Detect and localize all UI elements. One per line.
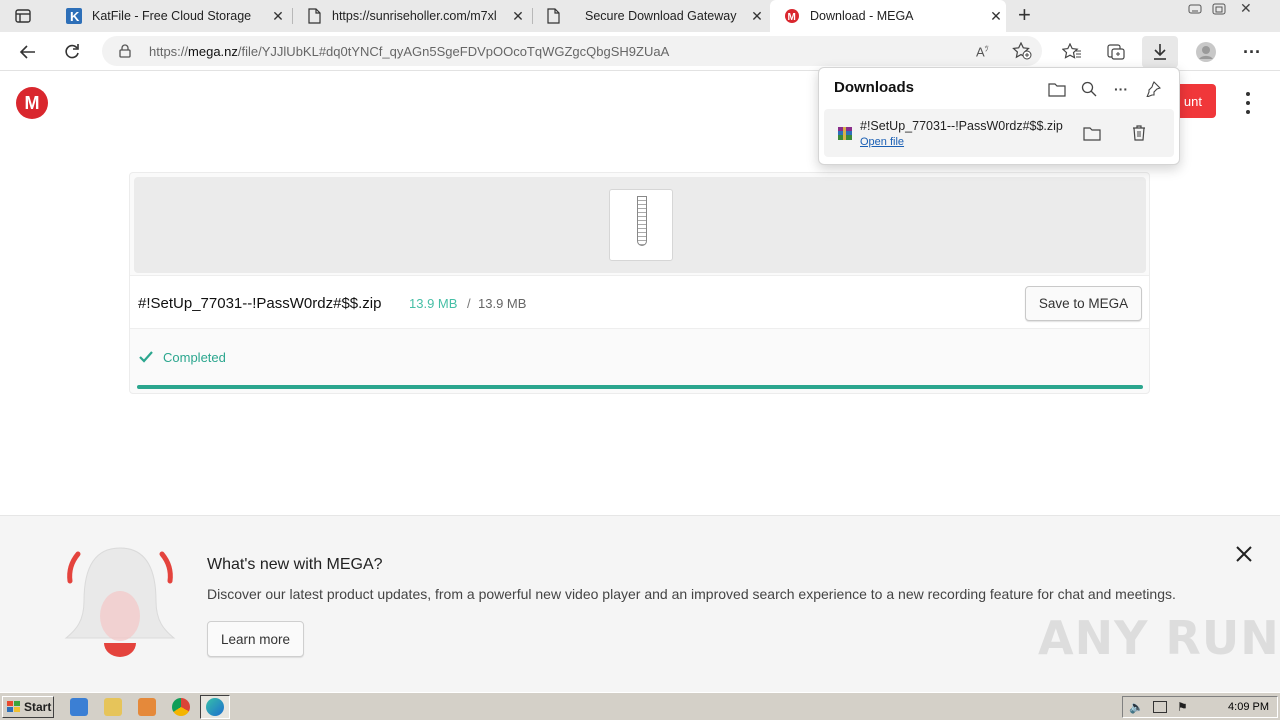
svg-text:M: M xyxy=(788,12,796,23)
flag-icon[interactable]: ⚑ xyxy=(1177,700,1188,714)
tab-katfile[interactable]: K KatFile - Free Cloud Storage ✕ xyxy=(58,0,288,32)
tab-sunriseholler[interactable]: https://sunriseholler.com/m7xl ✕ xyxy=(298,0,528,32)
favorites-icon[interactable] xyxy=(1056,36,1088,68)
downloaded-size: 13.9 MB xyxy=(409,296,458,311)
settings-more-icon[interactable]: ··· xyxy=(1236,36,1268,68)
check-icon xyxy=(139,351,153,363)
learn-more-button[interactable]: Learn more xyxy=(207,621,304,657)
page-icon xyxy=(545,8,561,24)
open-folder-icon[interactable] xyxy=(1045,77,1069,101)
size-separator: / xyxy=(467,296,471,311)
lock-icon[interactable] xyxy=(119,44,131,63)
save-to-mega-button[interactable]: Save to MEGA xyxy=(1025,286,1142,321)
mega-logo[interactable]: M xyxy=(16,87,48,119)
anyrun-watermark: ANY RUN xyxy=(1038,611,1280,665)
tab-title: Download - MEGA xyxy=(810,9,914,23)
clock: 4:09 PM xyxy=(1228,701,1269,713)
minimize-icon[interactable] xyxy=(1186,2,1204,16)
download-status: Completed xyxy=(163,350,226,365)
tab-title: Secure Download Gateway xyxy=(585,9,737,23)
tab-close-icon[interactable]: ✕ xyxy=(747,8,767,25)
url-text[interactable]: https://mega.nz/file/YJJlUbKL#dq0tYNCf_q… xyxy=(149,44,669,59)
add-favorite-icon[interactable] xyxy=(1012,41,1032,65)
volume-icon[interactable]: 🔈 xyxy=(1129,700,1144,714)
windows-logo-icon xyxy=(7,701,20,712)
close-window-icon[interactable]: ✕ xyxy=(1240,0,1258,16)
download-item[interactable]: #!SetUp_77031--!PassW0rdz#$$.zip Open fi… xyxy=(824,109,1174,157)
start-label: Start xyxy=(24,700,52,714)
edge-icon xyxy=(206,698,224,716)
svg-text:K: K xyxy=(70,9,80,24)
close-icon[interactable] xyxy=(1232,542,1256,566)
downloads-icon[interactable] xyxy=(1142,36,1178,68)
page-icon xyxy=(306,8,322,24)
file-name: #!SetUp_77031--!PassW0rdz#$$.zip xyxy=(138,295,382,312)
pin-icon[interactable] xyxy=(1141,77,1165,101)
search-icon[interactable] xyxy=(1077,77,1101,101)
taskbar: Start 🔈 ⚑ 4:09 PM xyxy=(0,692,1280,720)
bell-icon xyxy=(64,547,176,657)
downloads-panel: Downloads ··· #!SetUp_77031--!PassW0rdz#… xyxy=(818,67,1180,165)
ie-icon[interactable] xyxy=(70,698,88,716)
whats-new-banner: What's new with MEGA? Discover our lates… xyxy=(0,515,1280,692)
download-card: #!SetUp_77031--!PassW0rdz#$$.zip 13.9 MB… xyxy=(129,172,1150,394)
total-size: 13.9 MB xyxy=(478,296,527,311)
mega-icon: M xyxy=(784,8,800,24)
tab-title: KatFile - Free Cloud Storage xyxy=(92,9,252,23)
progress-bar xyxy=(137,385,1143,389)
open-file-link[interactable]: Open file xyxy=(860,136,904,148)
tab-secure-download[interactable]: Secure Download Gateway ✕ xyxy=(537,0,767,32)
navigation-bar: https://mega.nz/file/YJJlUbKL#dq0tYNCf_q… xyxy=(0,32,1280,71)
page-menu-icon[interactable] xyxy=(1238,92,1258,114)
delete-icon[interactable] xyxy=(1127,121,1151,145)
explorer-folder-icon[interactable] xyxy=(104,698,122,716)
read-aloud-icon[interactable]: Aﾂ xyxy=(976,43,989,59)
system-tray: 🔈 ⚑ 4:09 PM xyxy=(1122,696,1278,718)
tab-strip: K KatFile - Free Cloud Storage ✕ https:/… xyxy=(0,0,1280,32)
profile-avatar[interactable] xyxy=(1190,36,1222,68)
file-preview xyxy=(134,177,1146,273)
tab-close-icon[interactable]: ✕ xyxy=(508,8,528,25)
download-filename: #!SetUp_77031--!PassW0rdz#$$.zip xyxy=(860,119,1063,133)
tab-mega-download[interactable]: M Download - MEGA ✕ xyxy=(770,0,1006,32)
tab-close-icon[interactable]: ✕ xyxy=(986,8,1006,25)
refresh-icon[interactable] xyxy=(56,36,88,68)
edge-taskbar-button[interactable] xyxy=(200,695,230,719)
new-tab-icon[interactable]: + xyxy=(1018,4,1040,26)
media-player-icon[interactable] xyxy=(138,698,156,716)
tab-actions-icon[interactable] xyxy=(14,8,32,24)
more-options-icon[interactable]: ··· xyxy=(1109,77,1133,101)
downloads-title: Downloads xyxy=(834,79,915,96)
tab-close-icon[interactable]: ✕ xyxy=(268,8,288,25)
chrome-icon[interactable] xyxy=(172,698,190,716)
start-button[interactable]: Start xyxy=(2,696,54,718)
tab-title: https://sunriseholler.com/m7xl xyxy=(332,9,497,23)
restore-icon[interactable] xyxy=(1210,2,1228,16)
network-icon[interactable] xyxy=(1153,701,1167,713)
promo-description: Discover our latest product updates, fro… xyxy=(207,586,1176,602)
winrar-archive-icon xyxy=(838,127,852,140)
show-in-folder-icon[interactable] xyxy=(1080,121,1104,145)
address-bar[interactable]: https://mega.nz/file/YJJlUbKL#dq0tYNCf_q… xyxy=(102,36,1042,66)
zip-file-icon xyxy=(609,189,673,261)
katfile-k-icon: K xyxy=(66,8,82,24)
back-icon[interactable] xyxy=(12,36,44,68)
file-info-row: #!SetUp_77031--!PassW0rdz#$$.zip 13.9 MB… xyxy=(130,275,1149,329)
promo-title: What's new with MEGA? xyxy=(207,556,383,573)
collections-icon[interactable] xyxy=(1100,36,1132,68)
